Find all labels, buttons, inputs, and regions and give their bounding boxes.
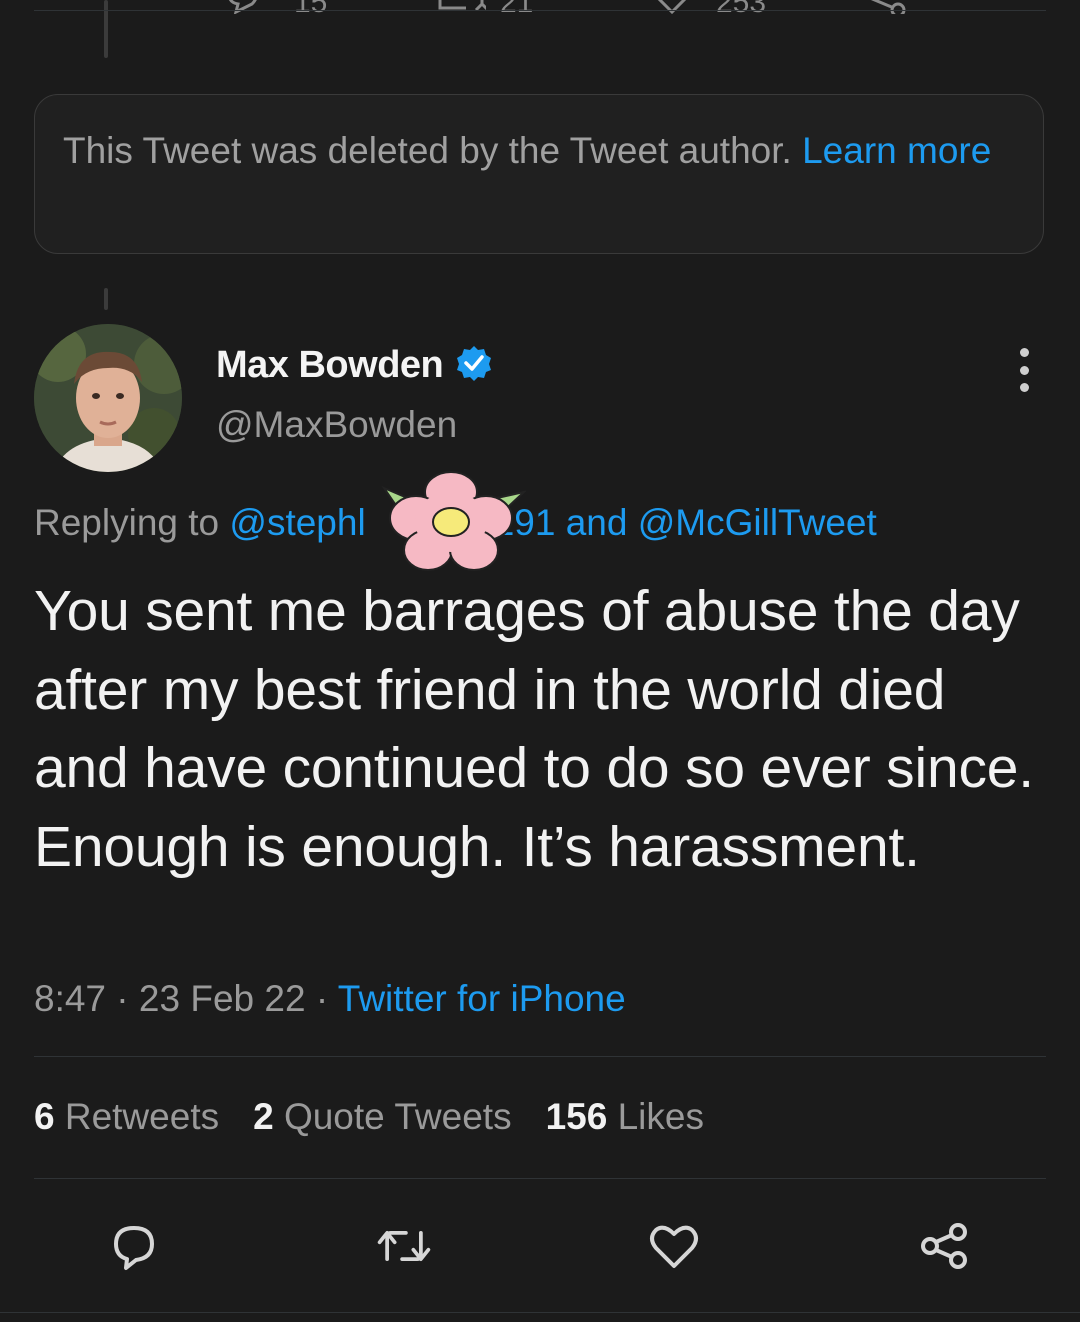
retweet-count-prev: 21	[500, 0, 533, 14]
bottom-divider	[0, 1312, 1080, 1313]
share-icon	[921, 1223, 967, 1269]
reply-and: and	[565, 502, 628, 543]
author-name-row[interactable]: Max Bowden	[216, 344, 493, 387]
deleted-notice-text: This Tweet was deleted by the Tweet auth…	[63, 130, 792, 171]
reply-icon	[114, 1226, 154, 1270]
stats-divider-top	[34, 1056, 1046, 1057]
reply-handle-2[interactable]: @McGillTweet	[638, 502, 877, 543]
retweet-button[interactable]	[374, 1216, 434, 1276]
avatar-image	[34, 324, 182, 472]
verified-badge-icon	[455, 344, 493, 387]
tweet-meta: 8:47 · 23 Feb 22 · Twitter for iPhone	[34, 978, 626, 1020]
tweet-date[interactable]: 23 Feb 22	[139, 978, 306, 1019]
stats-divider-bottom	[34, 1178, 1046, 1179]
top-divider	[34, 10, 1046, 11]
thread-line-top	[104, 0, 108, 58]
tweet-stats: 6 Retweets 2 Quote Tweets 156 Likes	[34, 1096, 704, 1138]
learn-more-link[interactable]: Learn more	[802, 130, 991, 171]
quote-tweets-stat[interactable]: 2 Quote Tweets	[253, 1096, 511, 1138]
likes-stat[interactable]: 156 Likes	[546, 1096, 704, 1138]
reply-handle-1-start[interactable]: @stephl	[229, 502, 365, 543]
replying-to-label: Replying to	[34, 502, 220, 543]
share-button[interactable]	[914, 1216, 974, 1276]
flower-sticker	[376, 470, 528, 574]
meta-separator: ·	[116, 978, 129, 1019]
retweet-icon-prev[interactable]	[436, 0, 490, 14]
retweets-stat[interactable]: 6 Retweets	[34, 1096, 219, 1138]
author-name[interactable]: Max Bowden	[216, 344, 444, 387]
like-icon-prev[interactable]	[652, 0, 692, 14]
retweet-icon	[377, 1231, 431, 1261]
like-button[interactable]	[644, 1216, 704, 1276]
meta-separator: ·	[315, 978, 329, 1019]
avatar[interactable]	[34, 324, 182, 472]
more-options-button[interactable]	[1010, 348, 1038, 392]
thread-line-mid	[104, 288, 108, 310]
like-icon	[650, 1225, 698, 1268]
tweet-source[interactable]: Twitter for iPhone	[338, 978, 626, 1019]
like-count-prev: 253	[716, 0, 766, 14]
tweet-time[interactable]: 8:47	[34, 978, 106, 1019]
tweet-text: You sent me barrages of abuse the day af…	[34, 579, 1034, 879]
share-icon-prev[interactable]	[866, 0, 910, 14]
previous-tweet-actions: 15 21 253	[0, 0, 1080, 14]
deleted-tweet-notice: This Tweet was deleted by the Tweet auth…	[34, 94, 1044, 254]
author-handle[interactable]: @MaxBowden	[216, 404, 457, 446]
reply-icon-prev[interactable]	[222, 0, 262, 14]
more-icon	[1019, 348, 1029, 357]
reply-count-prev: 15	[294, 0, 327, 14]
reply-button[interactable]	[104, 1216, 164, 1276]
